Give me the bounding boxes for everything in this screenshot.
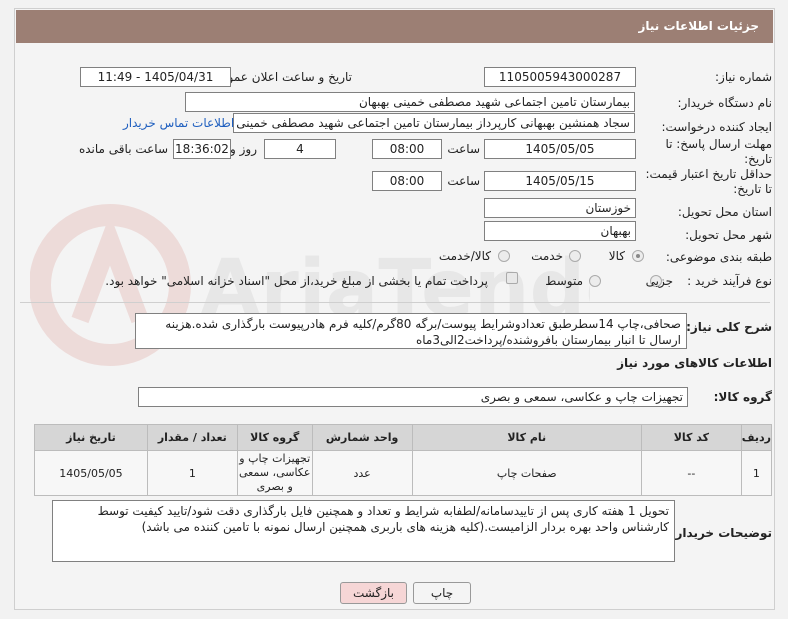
province-label: استان محل تحویل: xyxy=(677,205,772,219)
buyer-contact-link[interactable]: اطلاعات تماس خریدار xyxy=(123,116,234,130)
price-validity-label: حداقل تاریخ اعتبار قیمت: xyxy=(645,167,772,181)
need-number-field: 1105005943000287 xyxy=(484,67,636,87)
col-name: نام کالا xyxy=(411,424,643,451)
buyer-org-label: نام دستگاه خریدار: xyxy=(677,96,773,110)
back-button[interactable]: بازگشت xyxy=(340,582,407,604)
category-radio-both[interactable] xyxy=(498,250,510,262)
cell-name: صفحات چاپ xyxy=(411,450,643,496)
reply-date-field: 1405/05/05 xyxy=(484,139,636,159)
buyer-notes-label: توضیحات خریدار: xyxy=(670,526,772,540)
announce-field: 1405/04/31 - 11:49 xyxy=(80,67,231,87)
category-radio-goods[interactable] xyxy=(632,250,644,262)
treasury-checkbox[interactable] xyxy=(506,272,518,284)
remaining-time-label: ساعت باقی مانده xyxy=(78,142,168,156)
divider xyxy=(20,302,770,303)
col-row: ردیف xyxy=(740,424,773,451)
cell-row: 1 xyxy=(740,450,773,496)
buyer-org-field: بیمارستان تامین اجتماعی شهید مصطفی خمینی… xyxy=(185,92,635,112)
city-field: بهبهان xyxy=(484,221,636,241)
reply-days-field: 4 xyxy=(264,139,336,159)
buyer-notes-textarea[interactable]: تحویل 1 هفته کاری پس از تاییدسامانه/لطفا… xyxy=(52,500,675,562)
table-row[interactable]: 1 -- صفحات چاپ عدد تجهیزات چاپ و عکاسی، … xyxy=(34,450,773,496)
creator-label: ایجاد کننده درخواست: xyxy=(661,120,772,134)
category-option-service: خدمت xyxy=(531,249,563,263)
reply-days-label: روز و xyxy=(230,142,257,156)
purchase-option-minor: جزیی xyxy=(645,274,673,288)
summary-label: شرح کلی نیاز: xyxy=(686,320,772,334)
treasury-note: پرداخت تمام یا بخشی از مبلغ خرید،از محل … xyxy=(105,274,488,288)
goods-table: ردیف کد کالا نام کالا واحد شمارش گروه کا… xyxy=(34,424,773,496)
category-radio-service[interactable] xyxy=(569,250,581,262)
reply-deadline-label-2: تاریخ: xyxy=(744,152,772,166)
price-validity-date-field: 1405/05/15 xyxy=(484,171,636,191)
city-label: شهر محل تحویل: xyxy=(685,228,772,242)
cell-code: -- xyxy=(641,450,742,496)
summary-textarea[interactable]: صحافی،چاپ 14سطرطبق تعدادوشرایط پیوست/برگ… xyxy=(135,313,687,349)
price-validity-label-2: تا تاریخ: xyxy=(733,182,772,196)
reply-time-label: ساعت xyxy=(447,142,480,156)
cell-unit: عدد xyxy=(311,450,413,496)
goods-section-title: اطلاعات کالاهای مورد نیاز xyxy=(617,356,772,370)
page-title: جزئیات اطلاعات نیاز xyxy=(16,10,773,43)
goods-group-field: تجهیزات چاپ و عکاسی، سمعی و بصری xyxy=(138,387,688,407)
cell-qty: 1 xyxy=(146,450,238,496)
col-qty: تعداد / مقدار xyxy=(146,424,238,451)
goods-group-label: گروه کالا: xyxy=(713,390,772,404)
purchase-option-medium: متوسط xyxy=(545,274,583,288)
category-option-both: کالا/خدمت xyxy=(438,249,491,263)
reply-deadline-label: مهلت ارسال پاسخ: تا xyxy=(665,137,772,151)
category-option-goods: کالا xyxy=(608,249,625,263)
price-validity-time-label: ساعت xyxy=(447,174,480,188)
province-field: خوزستان xyxy=(484,198,636,218)
cell-group: تجهیزات چاپ و عکاسی، سمعی و بصری xyxy=(236,450,313,496)
reply-time-field: 08:00 xyxy=(372,139,442,159)
purchase-radio-medium[interactable] xyxy=(589,275,601,287)
cell-date: 1405/05/05 xyxy=(34,450,148,496)
col-unit: واحد شمارش xyxy=(311,424,413,451)
creator-field: سجاد همنشین بهبهانی کارپرداز بیمارستان ت… xyxy=(233,113,635,133)
table-header-row: ردیف کد کالا نام کالا واحد شمارش گروه کا… xyxy=(34,424,773,451)
category-label: طبقه بندی موضوعی: xyxy=(665,250,772,264)
purchase-type-label: نوع فرآیند خرید : xyxy=(687,274,772,288)
remaining-time-field: 18:36:02 xyxy=(173,139,231,159)
col-code: کد کالا xyxy=(641,424,742,451)
price-validity-time-field: 08:00 xyxy=(372,171,442,191)
need-number-label: شماره نیاز: xyxy=(715,70,772,84)
col-group: گروه کالا xyxy=(236,424,313,451)
print-button[interactable]: چاپ xyxy=(413,582,471,604)
col-date: تاریخ نیاز xyxy=(34,424,148,451)
